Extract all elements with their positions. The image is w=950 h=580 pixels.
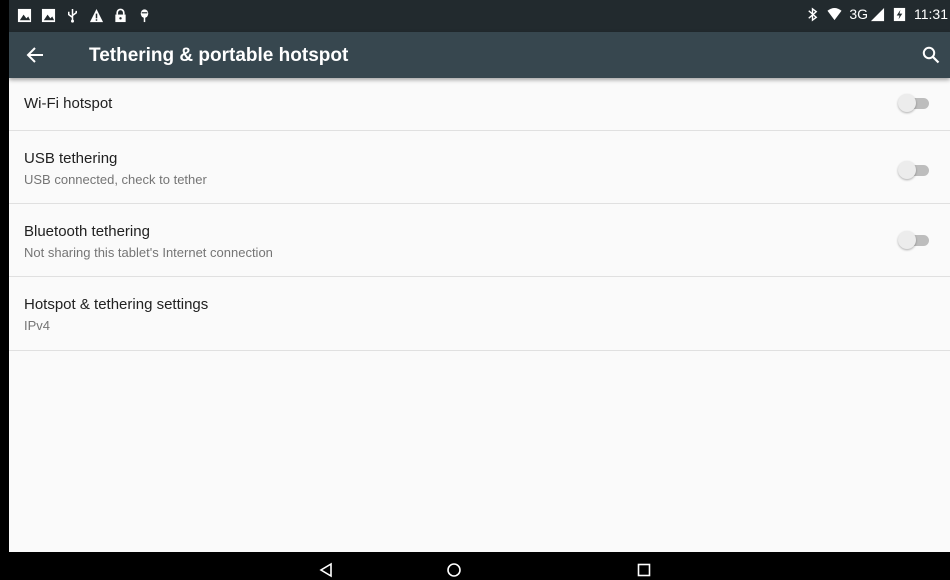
back-nav-icon — [318, 562, 334, 578]
clock: 11:31 — [914, 6, 948, 22]
debug-icon — [137, 8, 152, 23]
switch-thumb — [898, 231, 916, 249]
image-notification-icon — [17, 8, 32, 23]
bluetooth-tethering-row[interactable]: Bluetooth tethering Not sharing this tab… — [9, 204, 950, 277]
row-title: Bluetooth tethering — [24, 223, 150, 240]
hotspot-settings-row[interactable]: Hotspot & tethering settings IPv4 — [9, 277, 950, 351]
nav-home-button[interactable] — [441, 560, 467, 580]
switch-thumb — [898, 161, 916, 179]
search-button[interactable] — [918, 42, 944, 68]
status-bar: 3G 11:31 — [9, 0, 950, 32]
wifi-icon — [827, 7, 842, 22]
warning-icon — [89, 8, 104, 23]
wifi-hotspot-row[interactable]: Wi-Fi hotspot — [9, 78, 950, 131]
row-subtitle: IPv4 — [24, 318, 51, 333]
back-button[interactable] — [21, 42, 49, 68]
battery-icon — [892, 7, 907, 22]
navigation-bar — [9, 552, 950, 580]
screen: 3G 11:31 Tethering & portable hotspot Wi… — [0, 0, 950, 580]
system-icons: 3G 11:31 — [805, 6, 948, 22]
network-type: 3G — [849, 6, 868, 22]
app-toolbar: Tethering & portable hotspot — [9, 32, 950, 78]
row-subtitle: USB connected, check to tether — [24, 172, 207, 187]
row-title: Hotspot & tethering settings — [24, 296, 209, 313]
usb-tethering-switch[interactable] — [898, 160, 932, 180]
page-title: Tethering & portable hotspot — [89, 45, 349, 66]
switch-thumb — [898, 94, 916, 112]
bluetooth-icon — [805, 6, 820, 22]
row-title: Wi-Fi hotspot — [24, 95, 113, 112]
search-icon — [922, 46, 940, 64]
nav-recents-button[interactable] — [631, 560, 657, 580]
settings-list: Wi-Fi hotspot USB tethering USB connecte… — [9, 78, 950, 351]
notification-icons — [17, 8, 152, 23]
usb-icon — [65, 8, 80, 23]
bezel — [0, 0, 9, 580]
usb-tethering-row[interactable]: USB tethering USB connected, check to te… — [9, 131, 950, 204]
signal-icon — [870, 7, 885, 22]
bluetooth-tethering-switch[interactable] — [898, 230, 932, 250]
recents-nav-icon — [636, 562, 652, 578]
nav-back-button[interactable] — [313, 560, 339, 580]
row-title: USB tethering — [24, 150, 118, 167]
lock-icon — [113, 8, 128, 23]
home-nav-icon — [446, 562, 462, 578]
row-subtitle: Not sharing this tablet's Internet conne… — [24, 245, 273, 260]
image-notification-icon — [41, 8, 56, 23]
arrow-back-icon — [26, 46, 44, 64]
wifi-hotspot-switch[interactable] — [898, 93, 932, 113]
